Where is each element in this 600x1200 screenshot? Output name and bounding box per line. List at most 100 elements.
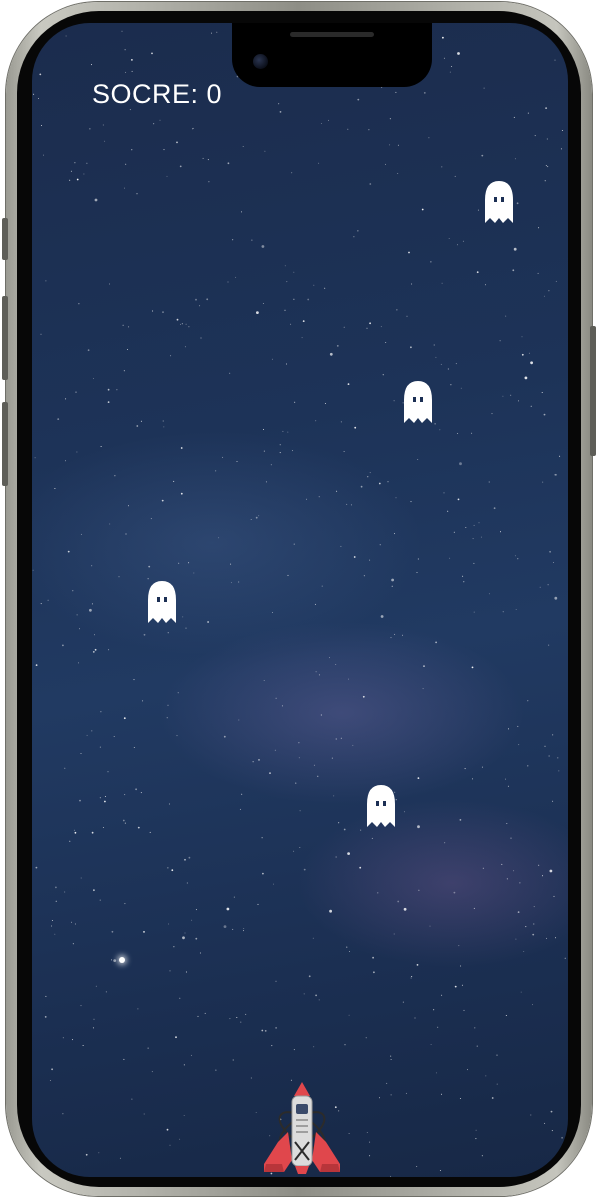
star xyxy=(338,822,340,824)
star xyxy=(222,456,224,458)
star xyxy=(554,596,558,600)
star xyxy=(387,481,389,483)
star xyxy=(517,558,519,560)
star xyxy=(232,928,234,930)
star xyxy=(518,744,520,746)
star xyxy=(275,1027,277,1029)
star xyxy=(515,938,517,940)
star xyxy=(502,611,504,613)
star xyxy=(414,1017,416,1019)
star xyxy=(313,284,315,286)
star xyxy=(108,649,110,651)
star xyxy=(313,764,315,766)
star xyxy=(107,388,110,391)
star xyxy=(148,565,151,568)
star xyxy=(538,227,540,229)
star xyxy=(451,66,453,67)
star xyxy=(121,30,123,32)
star xyxy=(171,869,174,872)
star xyxy=(513,116,515,118)
star xyxy=(102,124,104,126)
star xyxy=(519,882,521,884)
star xyxy=(343,326,345,328)
star xyxy=(109,523,111,525)
star xyxy=(284,265,286,267)
star xyxy=(124,49,126,51)
star xyxy=(299,810,301,812)
star xyxy=(433,1009,435,1011)
star xyxy=(397,173,399,174)
star xyxy=(417,825,420,829)
star xyxy=(340,737,342,739)
star xyxy=(142,700,144,702)
star xyxy=(107,401,110,403)
star xyxy=(75,391,77,393)
star xyxy=(347,128,349,130)
game-screen[interactable]: SOCRE: 0 xyxy=(32,23,568,1177)
star xyxy=(72,590,74,592)
star xyxy=(333,795,335,797)
star xyxy=(390,1059,392,1060)
star xyxy=(379,1097,380,1099)
star xyxy=(111,930,114,933)
star xyxy=(517,911,520,913)
star xyxy=(324,403,326,404)
star xyxy=(55,886,57,889)
star xyxy=(35,664,38,666)
star xyxy=(211,32,212,34)
star xyxy=(114,475,116,477)
star xyxy=(199,952,201,954)
star xyxy=(147,1047,149,1049)
star xyxy=(140,792,142,794)
star xyxy=(133,679,135,681)
star xyxy=(204,1012,206,1014)
star xyxy=(298,742,300,744)
star xyxy=(72,1039,73,1041)
star xyxy=(131,149,133,151)
star xyxy=(250,1077,252,1079)
star xyxy=(200,337,202,339)
star xyxy=(530,361,533,365)
star xyxy=(542,481,544,483)
star xyxy=(136,425,139,427)
star xyxy=(303,993,305,995)
star xyxy=(264,150,266,152)
star xyxy=(488,481,490,483)
star xyxy=(371,837,373,839)
star xyxy=(173,480,175,482)
silent-switch xyxy=(2,218,8,260)
star xyxy=(43,154,44,156)
star xyxy=(71,921,72,923)
star xyxy=(178,562,180,564)
star xyxy=(91,565,93,567)
star xyxy=(525,926,527,928)
star xyxy=(175,1036,177,1039)
star xyxy=(533,923,535,925)
star xyxy=(315,994,317,997)
star xyxy=(467,1069,468,1071)
star xyxy=(226,907,230,911)
star xyxy=(258,515,260,517)
star xyxy=(362,695,365,698)
star xyxy=(265,481,267,483)
star xyxy=(506,878,508,880)
star xyxy=(122,819,125,822)
star xyxy=(177,692,179,694)
star xyxy=(373,971,375,974)
star xyxy=(176,318,179,321)
star xyxy=(298,757,300,759)
star xyxy=(369,559,371,561)
star xyxy=(346,503,348,505)
star xyxy=(186,882,188,884)
star xyxy=(176,735,178,737)
rocket-icon[interactable] xyxy=(262,1080,342,1176)
star xyxy=(54,933,56,935)
star xyxy=(389,144,391,146)
star xyxy=(170,355,172,357)
star xyxy=(188,326,190,328)
star xyxy=(93,1018,95,1020)
star xyxy=(76,451,78,453)
star xyxy=(527,765,529,767)
star xyxy=(295,782,297,784)
star xyxy=(131,1098,133,1100)
